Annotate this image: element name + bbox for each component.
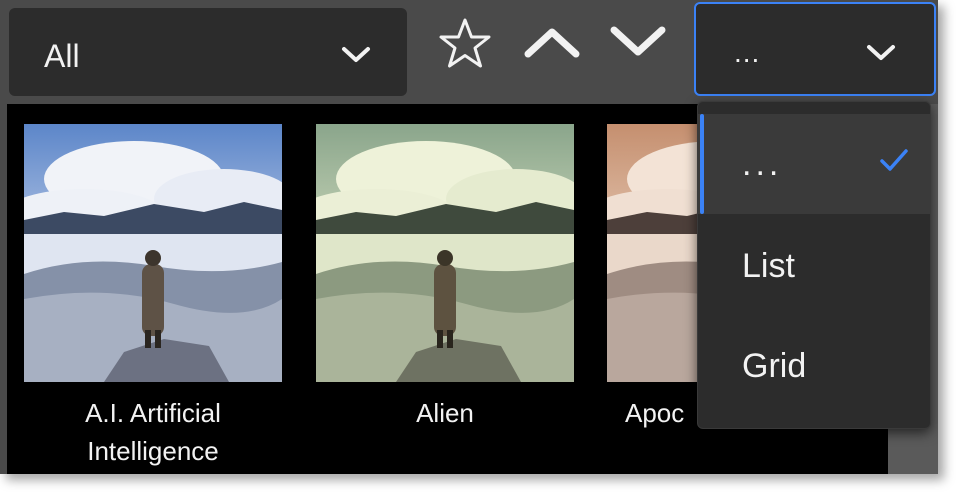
filter-value: All bbox=[44, 38, 80, 74]
menu-item-list[interactable]: List bbox=[698, 214, 930, 314]
sort-descending-button[interactable] bbox=[606, 18, 670, 66]
check-icon bbox=[880, 149, 908, 171]
menu-item-label: Grid bbox=[742, 347, 807, 385]
view-mode-menu: ... List Grid bbox=[697, 101, 931, 429]
chevron-down-icon bbox=[342, 47, 370, 62]
chevron-down-icon bbox=[610, 26, 666, 56]
selection-indicator bbox=[700, 114, 704, 214]
tile-title-line: Intelligence bbox=[87, 436, 219, 466]
thumbnail-image bbox=[24, 124, 282, 382]
menu-item-label: ... bbox=[742, 145, 783, 183]
view-mode-value: ... bbox=[734, 37, 761, 68]
favorite-button[interactable] bbox=[434, 16, 496, 72]
chevron-up-icon bbox=[524, 28, 580, 58]
view-mode-dropdown[interactable]: ... bbox=[694, 2, 936, 96]
app-window: All ... A.I. Artificial Intelligence Ali… bbox=[0, 0, 938, 474]
chevron-down-icon bbox=[867, 45, 895, 60]
menu-item-grid[interactable]: Grid bbox=[698, 314, 930, 414]
tile-title: Alien bbox=[296, 394, 594, 432]
tile-title-line: Alien bbox=[416, 398, 474, 428]
toolbar: All ... bbox=[0, 0, 938, 104]
menu-item-label: List bbox=[742, 247, 795, 285]
filter-dropdown[interactable]: All bbox=[9, 8, 407, 96]
menu-item-dots[interactable]: ... bbox=[698, 114, 930, 214]
thumbnail-image bbox=[316, 124, 574, 382]
tile-title-line: A.I. Artificial bbox=[85, 398, 221, 428]
star-icon bbox=[439, 18, 491, 68]
sort-ascending-button[interactable] bbox=[520, 20, 584, 68]
tile-title: A.I. Artificial Intelligence bbox=[7, 394, 302, 470]
